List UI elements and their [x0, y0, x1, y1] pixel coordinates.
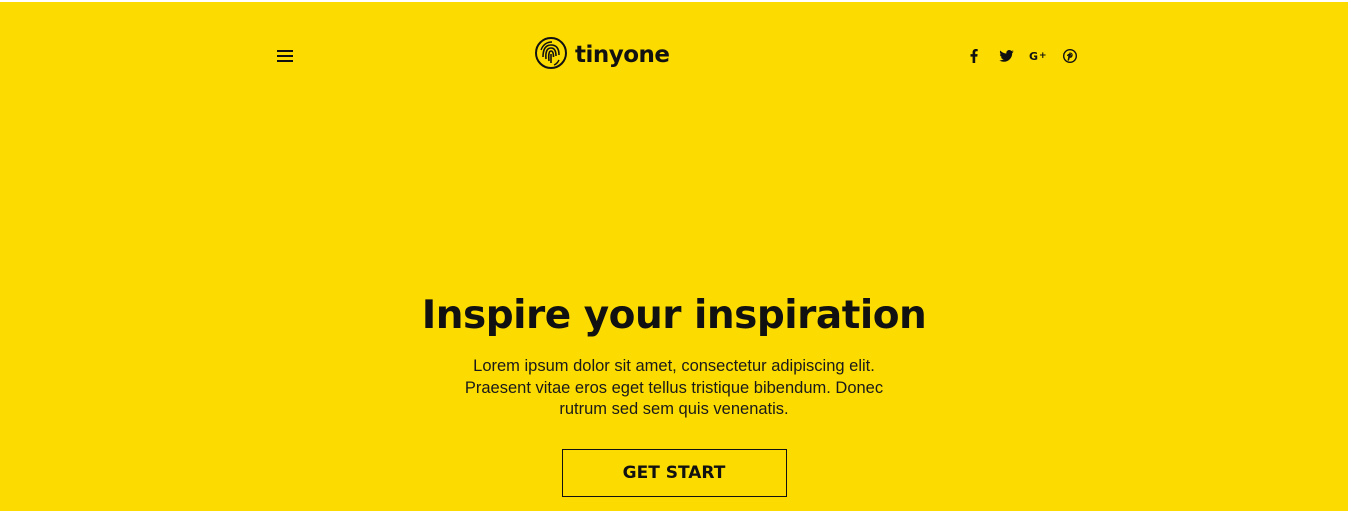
hamburger-menu-icon[interactable] — [275, 46, 295, 66]
page-background: tinyone G + Inspire your inspiration Lor… — [0, 2, 1348, 511]
twitter-icon[interactable] — [996, 46, 1016, 66]
google-plus-icon[interactable]: G + — [1028, 46, 1048, 66]
hero-description: Lorem ipsum dolor sit amet, consectetur … — [464, 357, 884, 418]
fingerprint-icon — [535, 36, 567, 74]
pinterest-icon[interactable] — [1060, 46, 1080, 66]
get-start-button[interactable]: GET START — [561, 448, 787, 497]
svg-text:G: G — [1029, 50, 1038, 62]
svg-text:+: + — [1039, 51, 1047, 61]
hero-section: Inspire your inspiration Lorem ipsum dol… — [0, 290, 1348, 497]
social-links: G + — [964, 46, 1080, 66]
site-header: tinyone G + — [0, 2, 1348, 112]
logo-text: tinyone — [575, 42, 670, 68]
facebook-icon[interactable] — [964, 46, 984, 66]
logo[interactable]: tinyone — [535, 36, 670, 74]
hero-title: Inspire your inspiration — [421, 293, 927, 338]
